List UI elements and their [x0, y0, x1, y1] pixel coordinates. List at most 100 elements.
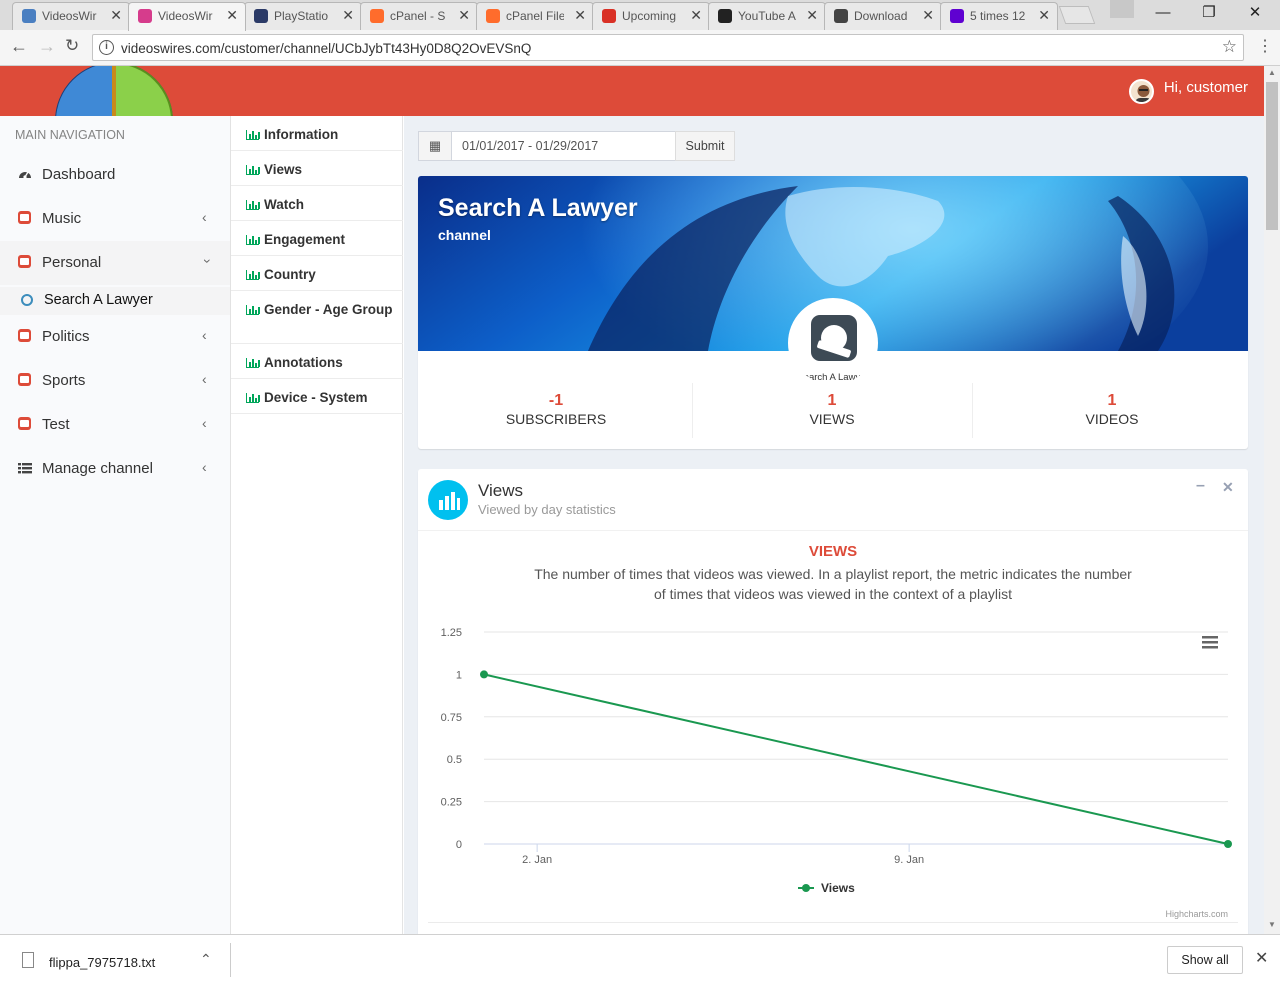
user-greeting[interactable]: Hi, customer — [1164, 79, 1248, 96]
x-tick-label: 2. Jan — [522, 854, 552, 866]
forward-icon[interactable]: → — [38, 36, 56, 57]
browser-tab[interactable]: YouTube A ✕ — [708, 2, 826, 30]
bh-icon — [718, 9, 732, 23]
chevron-up-icon[interactable]: ⌃ — [200, 951, 212, 968]
url-text: videoswires.com/customer/channel/UCbJybT… — [121, 41, 532, 56]
tab-label: Upcoming — [622, 9, 677, 23]
youtube-icon — [18, 417, 32, 431]
browser-tab[interactable]: Upcoming ✕ — [592, 2, 710, 30]
reload-icon[interactable]: ↻ — [65, 36, 79, 56]
minimize-icon[interactable]: — — [1140, 0, 1186, 28]
browser-menu-icon[interactable]: ⋮ — [1257, 36, 1273, 56]
calendar-icon[interactable]: ▦ — [418, 131, 452, 161]
page-scrollbar[interactable]: ▲ ▼ — [1264, 66, 1280, 934]
back-icon[interactable]: ← — [10, 36, 28, 57]
scrollbar-thumb[interactable] — [1266, 82, 1278, 230]
date-range-input[interactable]: 01/01/2017 - 01/29/2017 — [451, 131, 676, 161]
bar-chart-icon — [246, 165, 260, 175]
nav-label: Sports — [42, 372, 86, 389]
report-menu-views[interactable]: Views — [231, 151, 403, 186]
scroll-down-icon[interactable]: ▼ — [1268, 920, 1276, 929]
browser-tab[interactable]: PlayStatio ✕ — [244, 2, 362, 30]
bookmark-star-icon[interactable]: ☆ — [1222, 37, 1237, 57]
report-menu-information[interactable]: Information — [231, 116, 403, 151]
legend-marker[interactable] — [802, 884, 810, 892]
report-menu-label: Information — [264, 127, 339, 142]
chart-credits[interactable]: Highcharts.com — [1165, 909, 1228, 919]
report-menu-device-system[interactable]: Device - System — [231, 379, 403, 414]
close-icon[interactable]: ✕ — [1222, 479, 1234, 496]
export-menu-icon[interactable] — [1202, 646, 1218, 649]
nav-item-politics[interactable]: Politics ‹ — [0, 315, 230, 359]
report-menu-label: Watch — [264, 197, 304, 212]
browser-tab[interactable]: VideosWir ✕ — [128, 2, 246, 31]
restore-icon[interactable]: ❐ — [1186, 0, 1232, 28]
youtube-icon — [18, 329, 32, 343]
collapse-icon[interactable]: – — [1196, 477, 1205, 495]
nav-item-music[interactable]: Music ‹ — [0, 197, 230, 241]
browser-tab[interactable]: cPanel - S ✕ — [360, 2, 478, 30]
stat-value: -1 — [548, 392, 564, 409]
url-input[interactable]: i videoswires.com/customer/channel/UCbJy… — [92, 34, 1244, 61]
nav-label: Personal — [42, 254, 102, 271]
site-logo[interactable] — [52, 66, 176, 116]
y-tick-label: 1 — [456, 669, 462, 681]
channel-profile-card: Search A Lawyer channel Search A Lawyer … — [418, 176, 1248, 449]
data-point[interactable] — [1224, 840, 1232, 848]
nav-item-dashboard[interactable]: Dashboard — [0, 153, 230, 197]
nav-item-sports[interactable]: Sports ‹ — [0, 359, 230, 403]
browser-tab-bar: VideosWir ✕ VideosWir ✕ PlayStatio ✕ cPanel - … — [0, 0, 1280, 31]
report-menu-country[interactable]: Country — [231, 256, 403, 291]
nav-item-test[interactable]: Test ‹ — [0, 403, 230, 447]
close-tab-icon[interactable]: ✕ — [458, 7, 470, 24]
nav-heading: MAIN NAVIGATION — [15, 128, 125, 142]
yahoo-icon — [950, 9, 964, 23]
info-icon[interactable]: i — [99, 40, 114, 55]
close-tab-icon[interactable]: ✕ — [574, 7, 586, 24]
chevron-left-icon: ‹ — [202, 371, 207, 387]
close-tab-icon[interactable]: ✕ — [806, 7, 818, 24]
report-menu-annotations[interactable]: Annotations — [231, 344, 403, 379]
close-tab-icon[interactable]: ✕ — [226, 7, 238, 24]
report-menu-watch[interactable]: Watch — [231, 186, 403, 221]
nav-label: Dashboard — [42, 166, 116, 183]
chevron-left-icon: ‹ — [202, 209, 207, 225]
user-avatar[interactable] — [1129, 79, 1154, 104]
download-filename[interactable]: flippa_7975718.txt — [49, 955, 155, 970]
tab-label: VideosWir — [158, 9, 213, 23]
report-menu-engagement[interactable]: Engagement — [231, 221, 403, 256]
close-window-icon[interactable]: ✕ — [1232, 0, 1278, 28]
stat-label: SUBSCRIBERS — [505, 411, 607, 427]
show-all-button[interactable]: Show all — [1167, 946, 1243, 974]
close-tab-icon[interactable]: ✕ — [690, 7, 702, 24]
nav-subitem-search-a-lawyer[interactable]: Search A Lawyer — [0, 287, 230, 315]
report-menu-gender-age[interactable]: Gender - Age Group — [231, 291, 403, 344]
views-box-subtitle: Viewed by day statistics — [478, 502, 616, 517]
stat-videos: 1 VIDEOS — [974, 390, 1248, 440]
close-tab-icon[interactable]: ✕ — [110, 7, 122, 24]
export-menu-icon[interactable] — [1202, 636, 1218, 639]
export-menu-icon[interactable] — [1202, 641, 1218, 644]
close-download-bar-icon[interactable]: ✕ — [1255, 948, 1268, 968]
nav-item-manage-channel[interactable]: Manage channel ‹ — [0, 447, 230, 491]
data-point[interactable] — [480, 670, 488, 679]
close-tab-icon[interactable]: ✕ — [922, 7, 934, 24]
chevron-left-icon: ‹ — [202, 459, 207, 475]
channel-subtitle: channel — [438, 227, 491, 243]
browser-tab[interactable]: Download ✕ — [824, 2, 942, 30]
chart-title: VIEWS — [808, 543, 858, 560]
chevron-left-icon: ‹ — [202, 415, 207, 431]
report-menu-label: Views — [264, 162, 303, 177]
browser-tab[interactable]: VideosWir ✕ — [12, 2, 130, 30]
scroll-up-icon[interactable]: ▲ — [1268, 68, 1276, 77]
new-tab-button[interactable] — [1058, 6, 1096, 24]
submit-button[interactable]: Submit — [675, 131, 735, 161]
close-tab-icon[interactable]: ✕ — [1038, 7, 1050, 24]
close-tab-icon[interactable]: ✕ — [342, 7, 354, 24]
stat-views: 1 VIEWS — [694, 390, 970, 440]
nav-item-personal[interactable]: Personal ‹ — [0, 241, 230, 285]
browser-tab[interactable]: 5 times 12 ✕ — [940, 2, 1058, 30]
legend-label[interactable]: Views — [821, 881, 855, 895]
browser-tab[interactable]: cPanel File ✕ — [476, 2, 594, 30]
profile-icon[interactable] — [1110, 0, 1134, 18]
